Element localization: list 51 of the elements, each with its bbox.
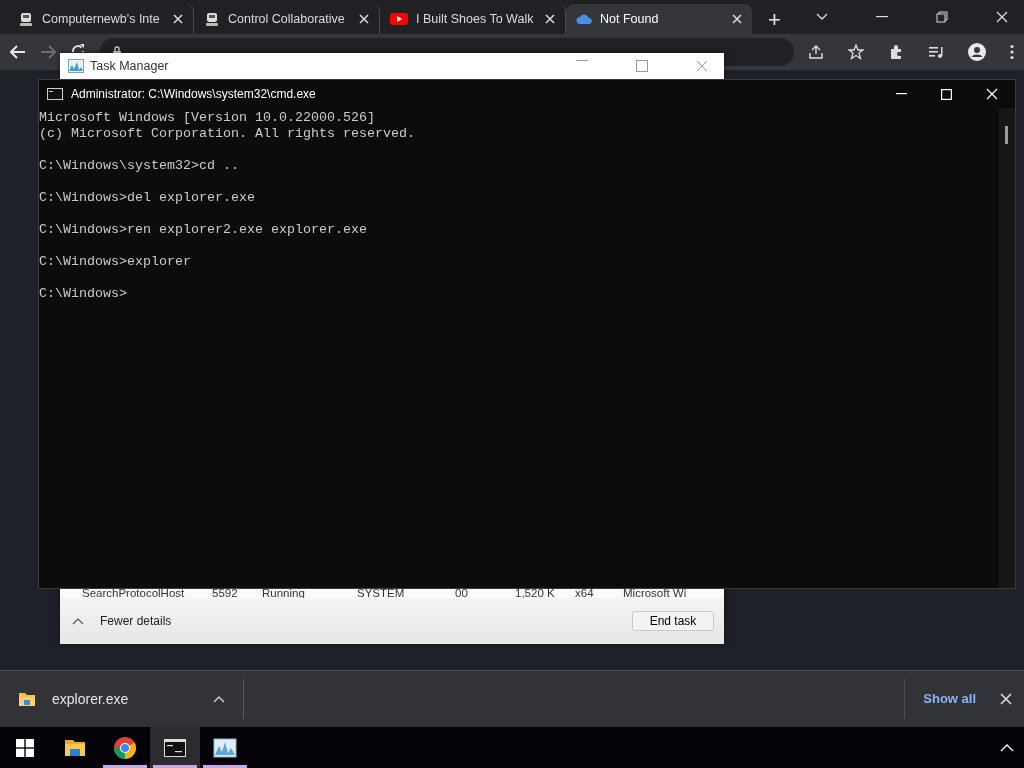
chrome-icon xyxy=(113,735,137,760)
minimize-icon[interactable] xyxy=(896,93,907,95)
video-play-icon xyxy=(390,12,408,26)
window-title: Task Manager xyxy=(90,57,169,75)
window-title: Administrator: C:\Windows\system32\cmd.exe xyxy=(71,86,316,103)
end-task-button[interactable]: End task xyxy=(632,611,714,631)
console-line: C:\Windows\system32>cd .. xyxy=(39,158,240,174)
cloud-icon xyxy=(576,13,592,25)
share-icon[interactable] xyxy=(808,44,824,60)
console-line: (c) Microsoft Corporation. All rights reserved. xyxy=(39,126,416,142)
minimize-icon[interactable] xyxy=(876,16,888,18)
console-line: C:\Windows> xyxy=(39,286,128,302)
chevron-up-icon[interactable] xyxy=(72,617,84,625)
menu-icon[interactable] xyxy=(1010,44,1014,60)
fewer-details-link[interactable]: Fewer details xyxy=(100,612,172,630)
terminal-icon xyxy=(47,88,63,100)
performance-graph-icon xyxy=(213,735,237,760)
console-line: Microsoft Windows [Version 10.0.22000.526] xyxy=(39,110,376,126)
puzzle-icon[interactable] xyxy=(888,44,904,60)
scrollbar[interactable] xyxy=(999,108,1015,588)
server-icon xyxy=(18,11,34,27)
table-cell-text: 00 xyxy=(455,586,469,601)
performance-graph-icon xyxy=(68,59,84,73)
table-cell-text: Running xyxy=(262,586,306,601)
windows-logo-icon xyxy=(16,738,34,757)
table-cell-text: 1,520 K xyxy=(515,586,556,601)
table-cell-text: SYSTEM xyxy=(357,586,406,601)
new-tab-button[interactable]: + xyxy=(768,4,781,34)
taskbar-app[interactable] xyxy=(150,727,200,768)
restore-icon[interactable] xyxy=(936,11,948,23)
console-line: C:\Windows>del explorer.exe xyxy=(39,190,256,206)
table-cell-text: Microsoft Wi xyxy=(623,586,688,601)
media-icon[interactable] xyxy=(928,44,944,60)
tab-title: Control Collaborative xyxy=(228,10,346,28)
table-cell-text: 5592 xyxy=(212,586,239,601)
star-icon[interactable] xyxy=(848,44,864,60)
profile-icon[interactable] xyxy=(968,43,986,61)
show-all-button[interactable]: Show all xyxy=(904,679,976,719)
folder-icon xyxy=(18,691,36,707)
tab-title: I Built Shoes To Walk xyxy=(416,10,535,28)
table-cell-text: SearchProtocolHost xyxy=(82,586,186,601)
table-cell-text: x64 xyxy=(575,586,595,601)
browser-tab[interactable]: Not Found xyxy=(566,4,752,34)
console-line: C:\Windows>ren explorer2.exe explorer.exe xyxy=(39,222,368,238)
console-line: C:\Windows>explorer xyxy=(39,254,192,270)
download-filename[interactable]: explorer.exe xyxy=(52,688,129,710)
chevron-down-icon[interactable] xyxy=(816,13,828,21)
server-icon xyxy=(204,11,220,27)
tab-title: Not Found xyxy=(600,10,660,28)
tab-title: Computernewb's Inte xyxy=(42,10,161,28)
back-icon[interactable] xyxy=(10,45,26,59)
